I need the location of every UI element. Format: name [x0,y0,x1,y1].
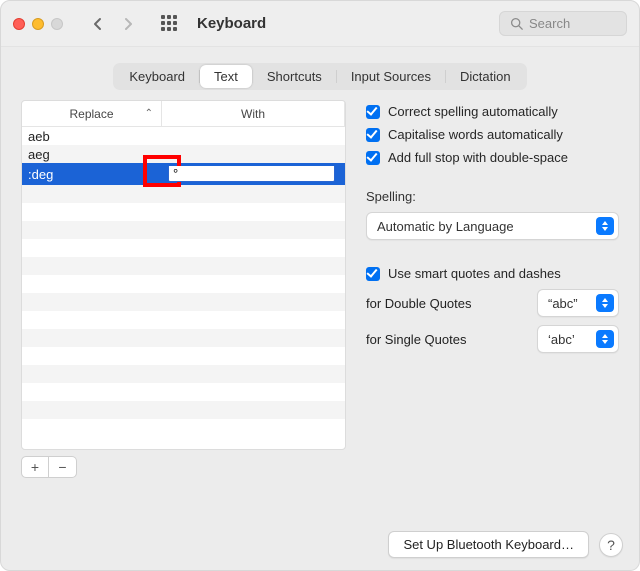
checkbox-icon [366,151,380,165]
cell-replace[interactable]: aeg [22,147,162,162]
tab-input-sources[interactable]: Input Sources [337,65,445,88]
table-row[interactable] [22,311,345,329]
table-row[interactable] [22,239,345,257]
table-row[interactable] [22,257,345,275]
minimize-icon[interactable] [32,18,44,30]
column-header-with[interactable]: With [162,101,345,126]
back-button[interactable] [87,14,109,34]
checkbox-icon [366,128,380,142]
show-all-icon[interactable] [161,15,179,33]
popup-arrows-icon [596,217,614,235]
table-row[interactable] [22,365,345,383]
with-edit-field[interactable] [168,166,335,183]
table-row[interactable] [22,185,345,203]
table-row[interactable] [22,383,345,401]
tab-shortcuts[interactable]: Shortcuts [253,65,336,88]
checkbox-icon [366,105,380,119]
search-input[interactable]: Search [499,11,627,36]
table-row[interactable]: aeg [22,145,345,163]
column-header-replace[interactable]: Replace ⌃ [22,101,162,126]
add-button[interactable]: + [21,456,49,478]
double-quotes-popup[interactable]: “abc” [537,289,619,317]
checkbox-correct-spelling[interactable]: Correct spelling automatically [366,104,619,119]
close-icon[interactable] [13,18,25,30]
tab-bar: Keyboard Text Shortcuts Input Sources Di… [113,63,526,90]
table-row[interactable] [22,401,345,419]
cell-replace[interactable]: aeb [22,129,162,144]
table-row[interactable] [22,221,345,239]
checkbox-fullstop[interactable]: Add full stop with double-space [366,150,619,165]
tab-dictation[interactable]: Dictation [446,65,525,88]
table-row[interactable] [22,419,345,437]
table-row[interactable]: :deg [22,163,345,185]
checkbox-capitalise[interactable]: Capitalise words automatically [366,127,619,142]
checkbox-icon [366,267,380,281]
zoom-icon [51,18,63,30]
spelling-popup[interactable]: Automatic by Language [366,212,619,240]
table-row[interactable] [22,293,345,311]
forward-button [117,14,139,34]
single-quotes-label: for Single Quotes [366,332,527,347]
tab-keyboard[interactable]: Keyboard [115,65,199,88]
window-controls [13,18,63,30]
checkbox-smart-quotes[interactable]: Use smart quotes and dashes [366,266,619,281]
add-remove-buttons: + − [21,456,346,478]
cell-replace[interactable]: :deg [22,167,162,182]
table-row[interactable] [22,203,345,221]
table-row[interactable]: aeb [22,127,345,145]
search-icon [510,17,523,30]
tab-text[interactable]: Text [200,65,252,88]
popup-arrows-icon [596,330,614,348]
table-row[interactable] [22,329,345,347]
spelling-label: Spelling: [366,189,619,204]
search-placeholder: Search [529,16,570,31]
help-button[interactable]: ? [599,533,623,557]
replacements-table: Replace ⌃ With aeb aeg [21,100,346,450]
sort-indicator-icon: ⌃ [145,108,153,119]
setup-bluetooth-button[interactable]: Set Up Bluetooth Keyboard… [388,531,589,558]
popup-arrows-icon [596,294,614,312]
remove-button[interactable]: − [49,456,77,478]
single-quotes-popup[interactable]: ‘abc’ [537,325,619,353]
page-title: Keyboard [197,15,266,32]
table-row[interactable] [22,275,345,293]
cell-with[interactable] [162,166,345,183]
double-quotes-label: for Double Quotes [366,296,527,311]
table-row[interactable] [22,347,345,365]
